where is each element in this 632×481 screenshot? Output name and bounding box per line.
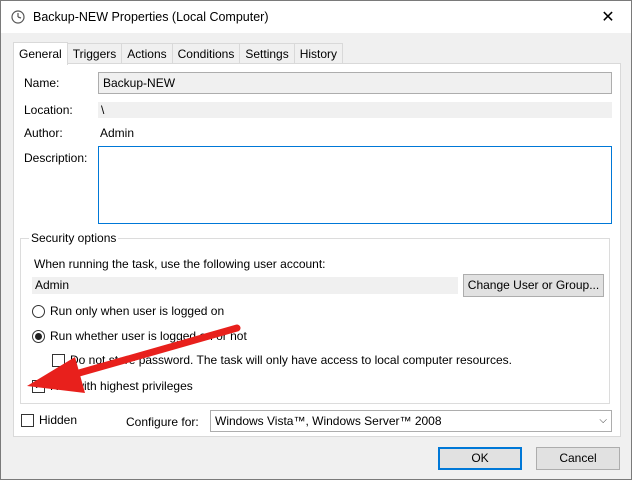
properties-dialog: Backup-NEW Properties (Local Computer) ✕… [0,0,632,480]
tab-general[interactable]: General [13,42,68,65]
annotation-arrow-icon [27,324,241,393]
